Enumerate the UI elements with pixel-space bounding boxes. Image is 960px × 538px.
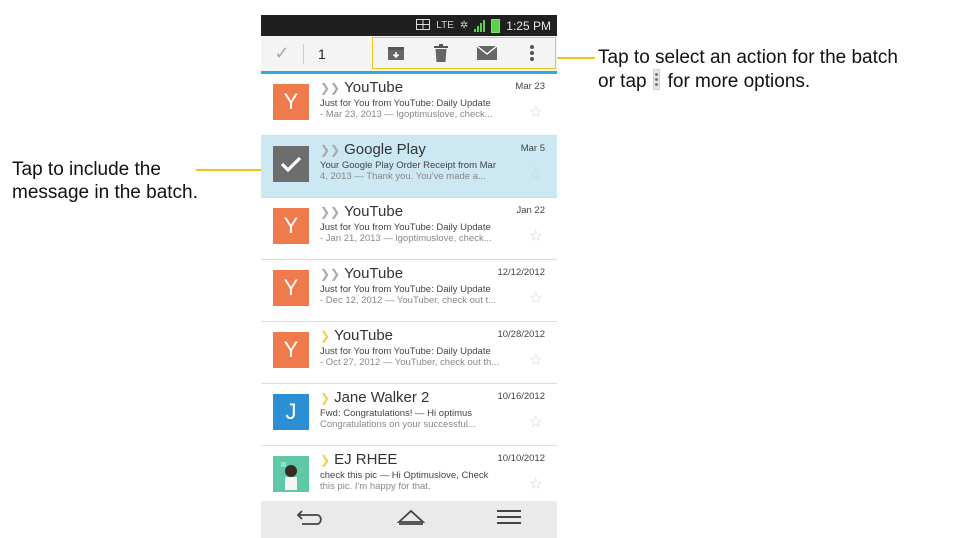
avatar-photo-icon[interactable]	[273, 456, 309, 492]
message-list: Y ❯❯ YouTube Just for You from YouTube: Dai…	[261, 74, 557, 508]
message-date: Jan 22	[516, 205, 545, 216]
mark-unread-icon[interactable]	[475, 41, 499, 65]
message-row[interactable]: Y ❯❯ YouTube Just for You from YouTube: Dai…	[261, 198, 557, 260]
callout-right-line1: Tap to select an action for the batch	[598, 47, 898, 68]
star-icon[interactable]: ☆	[529, 226, 543, 246]
navigation-bar	[261, 501, 557, 538]
done-check-icon[interactable]: ✓	[261, 43, 303, 64]
message-preview: Fwd: Congratulations! — Hi optimus Congra…	[320, 408, 476, 430]
message-row[interactable]: Y ❯ YouTube Just for You from YouTube: Dail…	[261, 322, 557, 384]
message-row[interactable]: ❯ EJ RHEE check this pic — Hi Optimuslove,…	[261, 446, 557, 508]
status-time: 1:25 PM	[506, 18, 551, 33]
callout-right-line2: or tap for more options.	[598, 69, 811, 92]
message-sender: ❯ Jane Walker 2	[320, 389, 430, 406]
message-sender: ❯❯ YouTube	[320, 79, 404, 96]
message-sender: ❯❯ YouTube	[320, 203, 404, 220]
star-icon[interactable]: ☆	[529, 164, 543, 184]
avatar[interactable]: J	[273, 394, 309, 430]
dual-screen-icon	[416, 18, 431, 33]
star-icon[interactable]: ☆	[529, 102, 543, 122]
message-date: Mar 5	[520, 143, 545, 154]
callout-include-message: Tap to include the message in the batch.	[12, 158, 242, 204]
message-sender: ❯ YouTube	[320, 327, 394, 344]
message-row[interactable]: ❯❯ Google Play Your Google Play Order Rece…	[261, 136, 557, 198]
message-content: ❯❯ Google Play Your Google Play Order Rece…	[320, 141, 520, 197]
message-sender: ❯ EJ RHEE	[320, 451, 398, 468]
message-content: ❯❯ YouTube Just for You from YouTube: Dail…	[320, 79, 520, 135]
callout-left-line2: message in the batch.	[12, 182, 198, 203]
status-bar: LTE ✲ 1:25 PM	[261, 15, 557, 36]
message-sender: ❯❯ YouTube	[320, 265, 404, 282]
message-preview: Just for You from YouTube: Daily Update -…	[320, 222, 492, 244]
delete-icon[interactable]	[429, 41, 453, 65]
message-date: 10/28/2012	[497, 329, 545, 340]
archive-icon[interactable]	[384, 41, 408, 65]
message-date: 12/12/2012	[497, 267, 545, 278]
star-icon[interactable]: ☆	[529, 288, 543, 308]
star-icon[interactable]: ☆	[529, 350, 543, 370]
message-row[interactable]: J ❯ Jane Walker 2 Fwd: Congratulations! — H…	[261, 384, 557, 446]
selected-checkbox-icon[interactable]	[273, 146, 309, 182]
avatar[interactable]: Y	[273, 270, 309, 306]
home-icon[interactable]	[396, 508, 426, 531]
importance-marker-icon: ❯	[320, 453, 331, 467]
importance-marker-icon: ❯❯	[320, 205, 341, 219]
message-content: ❯❯ YouTube Just for You from YouTube: Dail…	[320, 265, 520, 321]
star-icon[interactable]: ☆	[529, 412, 543, 432]
importance-marker-icon: ❯❯	[320, 143, 341, 157]
message-row[interactable]: Y ❯❯ YouTube Just for You from YouTube: Dai…	[261, 74, 557, 136]
action-bar: ✓ 1	[261, 36, 557, 74]
importance-marker-icon: ❯❯	[320, 267, 341, 281]
signal-icon	[474, 19, 486, 32]
callout-right-leader	[555, 57, 595, 59]
back-icon[interactable]	[296, 508, 326, 531]
message-preview: Your Google Play Order Receipt from Mar 4…	[320, 160, 497, 182]
batch-actions	[372, 37, 556, 69]
message-date: 10/16/2012	[497, 391, 545, 402]
more-options-icon-inline	[652, 69, 660, 90]
message-preview: check this pic — Hi Optimuslove, Check th…	[320, 470, 489, 492]
selected-count: 1	[318, 45, 326, 62]
message-content: ❯ YouTube Just for You from YouTube: Daily…	[320, 327, 520, 383]
avatar[interactable]: Y	[273, 332, 309, 368]
avatar[interactable]: Y	[273, 84, 309, 120]
message-preview: Just for You from YouTube: Daily Update -…	[320, 284, 497, 306]
avatar[interactable]: Y	[273, 208, 309, 244]
phone-screen: LTE ✲ 1:25 PM ✓ 1 Y ❯❯ YouTube Just for You…	[261, 15, 557, 538]
menu-icon[interactable]	[496, 509, 522, 530]
more-options-icon[interactable]	[520, 41, 544, 65]
message-content: ❯ Jane Walker 2 Fwd: Congratulations! — Hi…	[320, 389, 520, 445]
message-content: ❯❯ YouTube Just for You from YouTube: Dail…	[320, 203, 520, 259]
star-icon[interactable]: ☆	[529, 474, 543, 494]
message-row[interactable]: Y ❯❯ YouTube Just for You from YouTube: Dai…	[261, 260, 557, 322]
callout-batch-action: Tap to select an action for the batch or…	[598, 46, 960, 93]
importance-marker-icon: ❯	[320, 391, 331, 405]
lte-icon: LTE	[436, 20, 454, 31]
importance-marker-icon: ❯	[320, 329, 331, 343]
message-content: ❯ EJ RHEE check this pic — Hi Optimuslove,…	[320, 451, 520, 507]
message-preview: Just for You from YouTube: Daily Update -…	[320, 346, 500, 368]
message-date: Mar 23	[515, 81, 545, 92]
message-sender: ❯❯ Google Play	[320, 141, 426, 158]
gps-icon: ✲	[459, 20, 469, 31]
message-date: 10/10/2012	[497, 453, 545, 464]
importance-marker-icon: ❯❯	[320, 81, 341, 95]
battery-icon	[491, 18, 501, 33]
message-preview: Just for You from YouTube: Daily Update -…	[320, 98, 493, 120]
